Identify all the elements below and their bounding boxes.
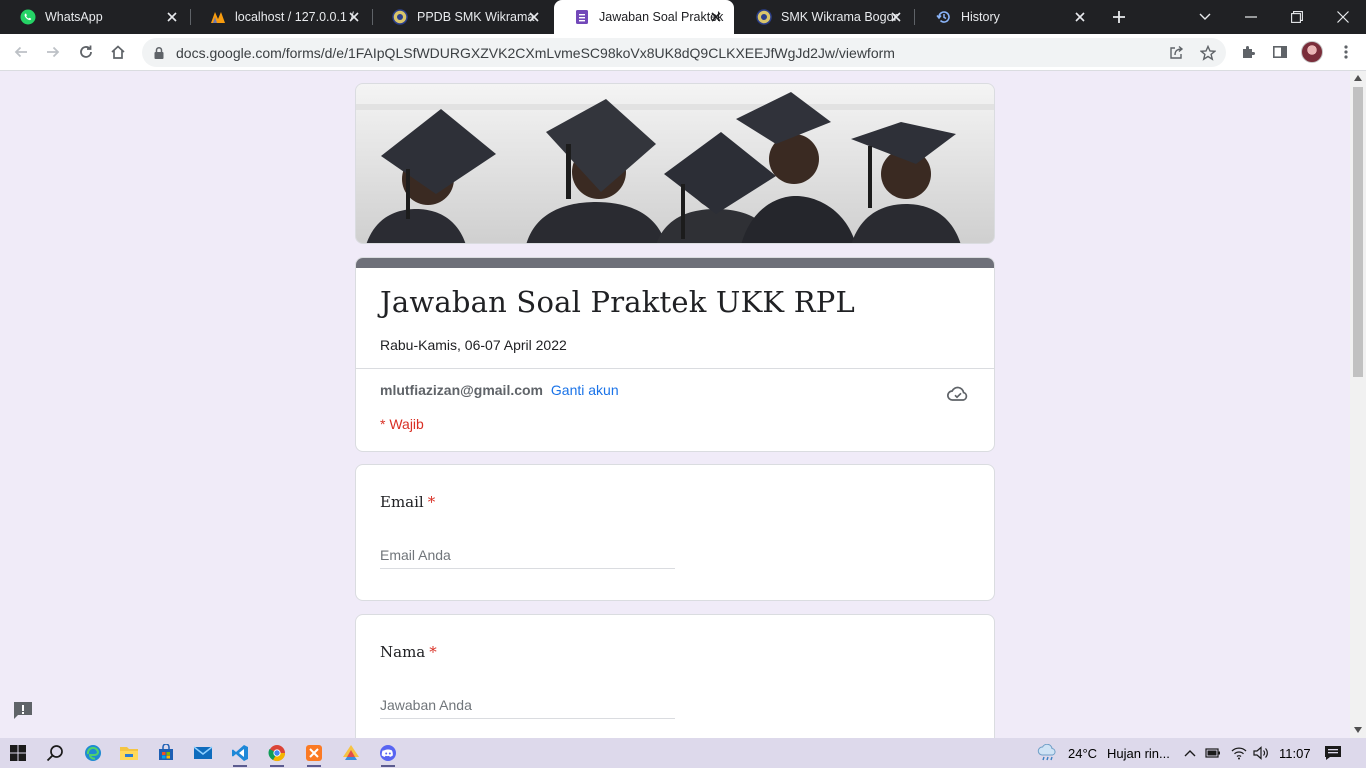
- header-banner-image: [355, 83, 995, 244]
- microsoft-store-icon[interactable]: [153, 741, 179, 765]
- share-icon[interactable]: [1167, 44, 1185, 62]
- question-label: Email *: [380, 493, 435, 511]
- url-text[interactable]: docs.google.com/forms/d/e/1FAIpQLSfWDURG…: [176, 45, 895, 61]
- discord-icon[interactable]: [375, 741, 401, 767]
- switch-account-link[interactable]: Ganti akun: [551, 382, 619, 398]
- close-icon[interactable]: [1072, 9, 1088, 25]
- close-icon[interactable]: [164, 9, 180, 25]
- volume-icon[interactable]: [1248, 741, 1274, 765]
- weather-description[interactable]: Hujan rin...: [1107, 746, 1170, 761]
- windows-taskbar: 24°C Hujan rin... 11:07: [0, 738, 1366, 768]
- extensions-icon[interactable]: [1236, 40, 1260, 64]
- history-icon: [936, 9, 952, 25]
- tab-ppdb[interactable]: PPDB SMK Wikrama: [372, 0, 552, 34]
- git-app-icon[interactable]: [338, 741, 364, 765]
- school-logo-icon: [756, 9, 772, 25]
- tab-history[interactable]: History: [916, 0, 1098, 34]
- required-asterisk: *: [427, 493, 436, 511]
- form-description: Rabu-Kamis, 06-07 April 2022: [380, 337, 567, 353]
- weather-rain-icon[interactable]: [1035, 741, 1061, 765]
- question-label: Nama *: [380, 643, 437, 661]
- close-icon[interactable]: [526, 9, 542, 25]
- whatsapp-icon: [20, 9, 36, 25]
- side-panel-icon[interactable]: [1268, 40, 1292, 64]
- notification-center-icon[interactable]: [1320, 741, 1346, 765]
- email-field[interactable]: Email Anda: [380, 543, 675, 569]
- windows-start-icon[interactable]: [5, 741, 31, 765]
- required-note: * Wajib: [380, 416, 424, 432]
- scrollbar-thumb[interactable]: [1353, 87, 1363, 377]
- clock[interactable]: 11:07: [1279, 746, 1311, 761]
- cloud-saved-icon: [946, 382, 970, 406]
- window-close-button[interactable]: [1320, 0, 1366, 34]
- close-icon[interactable]: [346, 9, 362, 25]
- vscode-icon[interactable]: [227, 741, 253, 767]
- restore-button[interactable]: [1274, 0, 1320, 34]
- report-feedback-icon[interactable]: [12, 701, 34, 721]
- form-title: Jawaban Soal Praktek UKK RPL: [380, 285, 855, 319]
- required-asterisk: *: [429, 643, 437, 661]
- lock-icon[interactable]: [152, 46, 166, 60]
- question-card-email: Email * Email Anda: [355, 464, 995, 601]
- chrome-icon[interactable]: [264, 741, 290, 767]
- form-header-card: Jawaban Soal Praktek UKK RPL Rabu-Kamis,…: [355, 257, 995, 452]
- back-button[interactable]: [9, 40, 33, 64]
- close-icon[interactable]: [888, 9, 904, 25]
- page-scrollbar[interactable]: [1350, 71, 1366, 738]
- reload-button[interactable]: [74, 40, 98, 64]
- search-icon[interactable]: [42, 741, 68, 765]
- mail-icon[interactable]: [190, 741, 216, 765]
- account-email: mlutfiazizan@gmail.com: [380, 382, 544, 398]
- divider: [356, 368, 994, 369]
- google-forms-icon: [574, 9, 590, 25]
- phpmyadmin-icon: [210, 9, 226, 25]
- question-title: Nama: [380, 643, 426, 661]
- home-button[interactable]: [106, 40, 130, 64]
- bookmark-star-icon[interactable]: [1199, 44, 1217, 62]
- close-icon[interactable]: [708, 9, 724, 25]
- tab-separator: [914, 9, 915, 25]
- edge-browser-icon[interactable]: [80, 741, 106, 765]
- tab-phpmyadmin[interactable]: localhost / 127.0.0.1 /: [190, 0, 372, 34]
- form-page: Jawaban Soal Praktek UKK RPL Rabu-Kamis,…: [0, 71, 1350, 738]
- browser-toolbar: docs.google.com/forms/d/e/1FAIpQLSfWDURG…: [0, 34, 1366, 71]
- weather-temperature[interactable]: 24°C: [1068, 746, 1097, 761]
- forward-button[interactable]: [41, 40, 65, 64]
- menu-kebab-icon[interactable]: [1334, 40, 1358, 64]
- tab-strip: WhatsApp localhost / 127.0.0.1 / PPDB SM…: [0, 0, 1366, 34]
- minimize-button[interactable]: [1228, 0, 1274, 34]
- tab-google-form[interactable]: Jawaban Soal Praktek: [554, 0, 734, 34]
- question-title: Email: [380, 493, 424, 511]
- question-card-nama: Nama * Jawaban Anda: [355, 614, 995, 738]
- address-bar[interactable]: docs.google.com/forms/d/e/1FAIpQLSfWDURG…: [142, 38, 1226, 67]
- name-field[interactable]: Jawaban Anda: [380, 693, 675, 719]
- header-accent-bar: [356, 258, 994, 268]
- school-logo-icon: [392, 9, 408, 25]
- tab-smk-wikrama[interactable]: SMK Wikrama Bogor: [736, 0, 914, 34]
- profile-avatar[interactable]: [1301, 41, 1323, 63]
- battery-icon[interactable]: [1200, 741, 1226, 765]
- new-tab-button[interactable]: [1108, 6, 1130, 28]
- xampp-icon[interactable]: [301, 741, 327, 767]
- file-explorer-icon[interactable]: [116, 741, 142, 765]
- tab-whatsapp[interactable]: WhatsApp: [0, 0, 190, 34]
- account-info: mlutfiazizan@gmail.com Ganti akun: [380, 382, 619, 398]
- tab-search-button[interactable]: [1182, 0, 1228, 34]
